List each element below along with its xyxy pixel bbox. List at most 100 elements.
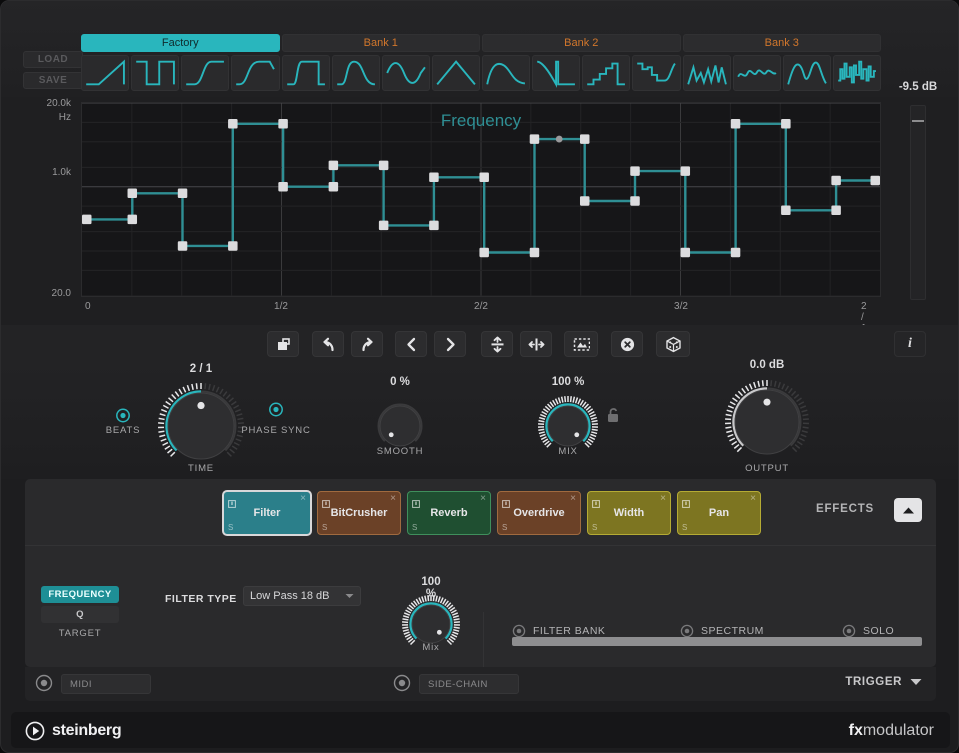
effect-tab-overdrive[interactable]: × S Overdrive: [497, 491, 581, 535]
flip-horizontal-button[interactable]: [520, 331, 552, 357]
curve-node[interactable]: [378, 220, 389, 231]
curve-node[interactable]: [378, 160, 389, 171]
curve-node[interactable]: [228, 241, 238, 251]
duplicate-button[interactable]: [267, 331, 299, 357]
curve-node[interactable]: [579, 196, 590, 206]
output-level-slider[interactable]: [910, 105, 926, 300]
curve-node[interactable]: [680, 247, 691, 258]
sidechain-slot[interactable]: SIDE-CHAIN: [419, 674, 519, 694]
preset-square-pulse[interactable]: [131, 55, 180, 91]
effect-power-icon[interactable]: [502, 495, 510, 508]
effect-close-icon[interactable]: ×: [300, 494, 306, 504]
preset-saw-drop[interactable]: [532, 55, 581, 91]
target-option-q[interactable]: Q: [41, 606, 119, 623]
randomize-button[interactable]: [656, 331, 690, 357]
bank-tab-1[interactable]: Bank 1: [281, 34, 480, 52]
curve-node[interactable]: [630, 196, 640, 206]
midi-enable-button[interactable]: [35, 674, 53, 697]
curve-node[interactable]: [177, 188, 188, 199]
next-button[interactable]: [434, 331, 466, 357]
preset-pulse-wide[interactable]: [281, 55, 330, 91]
preset-step-decay[interactable]: [632, 55, 681, 91]
curve-node[interactable]: [278, 181, 288, 192]
preset-bell[interactable]: [331, 55, 380, 91]
load-button[interactable]: LOAD: [23, 51, 83, 68]
preset-staircase[interactable]: [582, 55, 631, 91]
modulation-curve-editor[interactable]: Frequency: [81, 102, 881, 297]
level-slider-handle[interactable]: [912, 120, 924, 122]
phase-sync-toggle[interactable]: [269, 402, 284, 422]
curve-node[interactable]: [127, 214, 138, 225]
effect-close-icon[interactable]: ×: [480, 494, 486, 504]
effect-tab-pan[interactable]: × S Pan: [677, 491, 761, 535]
sidechain-enable-button[interactable]: [393, 674, 411, 697]
effect-close-icon[interactable]: ×: [570, 494, 576, 504]
effect-solo-icon[interactable]: S: [592, 523, 597, 532]
effect-power-icon[interactable]: [412, 495, 420, 508]
curve-node[interactable]: [529, 247, 540, 258]
curve-node[interactable]: [177, 241, 188, 251]
effect-solo-icon[interactable]: S: [502, 523, 507, 532]
curve-node[interactable]: [831, 205, 841, 216]
curve-node[interactable]: [630, 166, 640, 176]
curve-node[interactable]: [228, 119, 238, 129]
effects-collapse-button[interactable]: [894, 498, 922, 522]
preset-random-bars[interactable]: [832, 55, 881, 91]
filter-type-select[interactable]: Low Pass 18 dB: [243, 586, 361, 606]
bank-tab-2[interactable]: Bank 2: [482, 34, 681, 52]
preset-exp-rise[interactable]: [231, 55, 280, 91]
bank-tab-3[interactable]: Bank 3: [682, 34, 881, 52]
preset-double-hump[interactable]: [782, 55, 831, 91]
curve-node[interactable]: [579, 134, 590, 144]
effect-solo-icon[interactable]: S: [322, 523, 327, 532]
save-button[interactable]: SAVE: [23, 72, 83, 89]
effect-tab-reverb[interactable]: × S Reverb: [407, 491, 491, 535]
flip-vertical-button[interactable]: [481, 331, 513, 357]
effect-tab-width[interactable]: × S Width: [587, 491, 671, 535]
previous-button[interactable]: [395, 331, 427, 357]
effect-solo-icon[interactable]: S: [682, 523, 687, 532]
redo-button[interactable]: [351, 331, 383, 357]
curve-node[interactable]: [82, 214, 92, 225]
curve-node[interactable]: [781, 205, 791, 216]
effect-tab-filter[interactable]: × S Filter: [223, 491, 311, 535]
curve-node[interactable]: [680, 166, 691, 176]
curve-tension-handle[interactable]: [555, 135, 563, 143]
effect-tab-bitcrusher[interactable]: × S BitCrusher: [317, 491, 401, 535]
curve-node[interactable]: [529, 134, 540, 144]
curve-node[interactable]: [730, 247, 741, 258]
effect-power-icon[interactable]: [228, 495, 236, 508]
effect-close-icon[interactable]: ×: [750, 494, 756, 504]
effect-power-icon[interactable]: [592, 495, 600, 508]
curve-node[interactable]: [870, 175, 881, 186]
preset-triangle[interactable]: [431, 55, 480, 91]
preset-spiky[interactable]: [682, 55, 731, 91]
preset-ramp-up[interactable]: [81, 55, 130, 91]
output-knob[interactable]: [722, 377, 812, 467]
view-toggle-solo[interactable]: SOLO: [842, 624, 894, 638]
preset-ripple[interactable]: [732, 55, 781, 91]
curve-node[interactable]: [429, 172, 439, 183]
mix-lock-button[interactable]: [605, 406, 621, 429]
effect-close-icon[interactable]: ×: [390, 494, 396, 504]
effect-power-icon[interactable]: [322, 495, 330, 508]
preset-sine[interactable]: [381, 55, 430, 91]
curve-node[interactable]: [479, 172, 489, 183]
curve-node[interactable]: [831, 175, 841, 186]
trigger-menu[interactable]: TRIGGER: [845, 676, 922, 688]
curve-node[interactable]: [328, 181, 339, 192]
target-option-frequency[interactable]: FREQUENCY: [41, 586, 119, 603]
clear-button[interactable]: [611, 331, 643, 357]
curve-node[interactable]: [278, 119, 288, 129]
info-button[interactable]: i: [894, 331, 926, 357]
undo-button[interactable]: [312, 331, 344, 357]
bank-tab-0[interactable]: Factory: [81, 34, 280, 52]
curve-node[interactable]: [730, 119, 741, 129]
preset-hump-decay[interactable]: [482, 55, 531, 91]
view-toggle-filter-bank[interactable]: FILTER BANK: [512, 624, 605, 638]
effect-close-icon[interactable]: ×: [660, 494, 666, 504]
preset-s-curve[interactable]: [181, 55, 230, 91]
curve-node[interactable]: [781, 119, 791, 129]
curve-node[interactable]: [127, 188, 138, 199]
midi-slot[interactable]: MIDI: [61, 674, 151, 694]
